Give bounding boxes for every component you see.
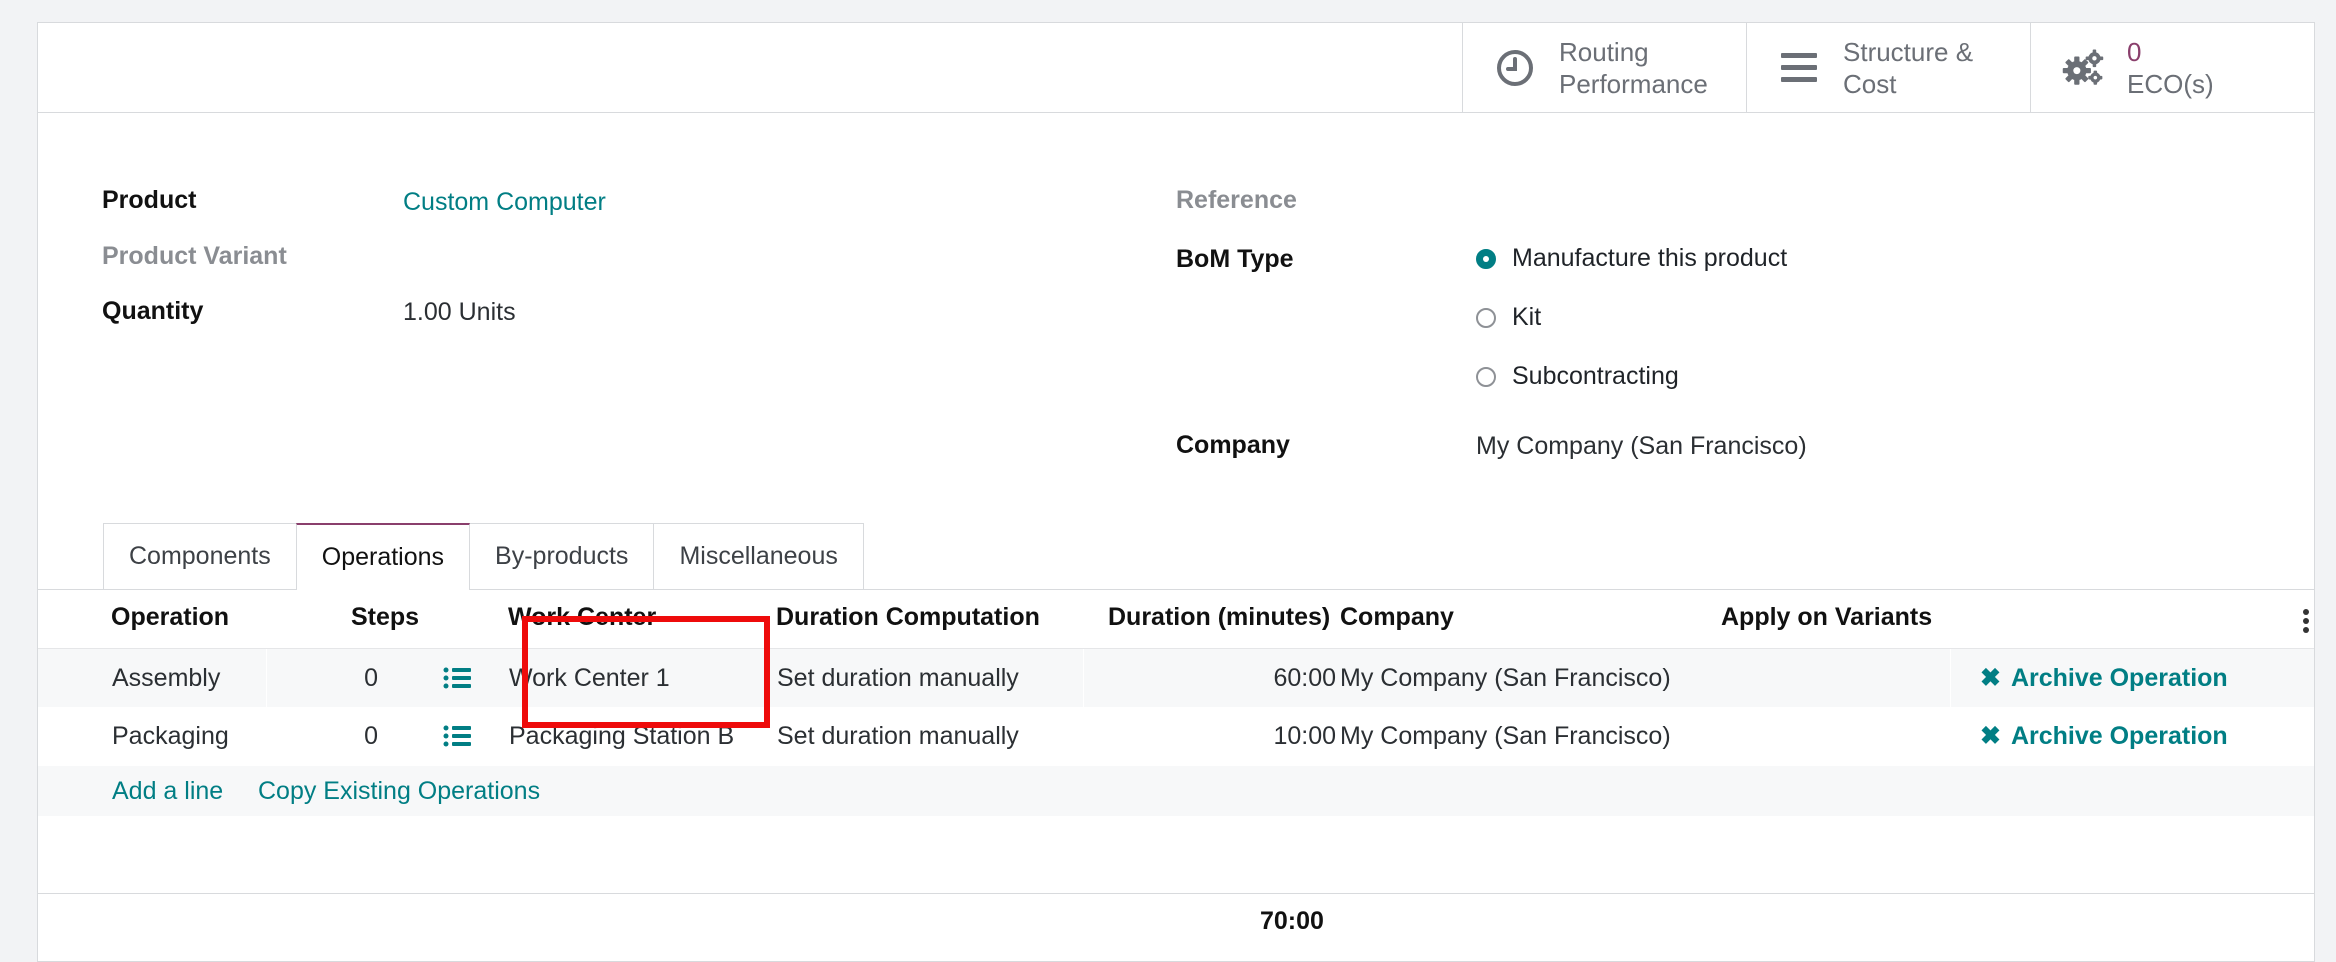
col-duration-computation-header[interactable]: Duration Computation bbox=[776, 603, 1040, 632]
clock-icon bbox=[1493, 46, 1537, 90]
bom-type-option-label: Kit bbox=[1512, 303, 1542, 331]
close-icon: ✖ bbox=[1980, 722, 2001, 750]
optional-columns-icon[interactable] bbox=[2298, 607, 2314, 635]
duration-computation-cell[interactable]: Set duration manually bbox=[777, 707, 1019, 765]
cell-divider bbox=[266, 649, 267, 707]
product-label: Product bbox=[102, 186, 197, 214]
routing-line1: Routing bbox=[1559, 36, 1649, 67]
structure-line2: Cost bbox=[1843, 68, 1897, 99]
steps-cell[interactable]: 0 bbox=[328, 649, 378, 707]
copy-existing-operations-link[interactable]: Copy Existing Operations bbox=[258, 766, 540, 816]
archive-operation-button[interactable]: ✖ Archive Operation bbox=[1980, 649, 2228, 707]
operation-cell[interactable]: Assembly bbox=[112, 649, 220, 707]
table-footer-divider bbox=[38, 893, 2314, 894]
col-company-header[interactable]: Company bbox=[1340, 603, 1454, 632]
structure-line1: Structure & bbox=[1843, 36, 1974, 67]
radio-empty-icon bbox=[1476, 366, 1496, 387]
tab-miscellaneous[interactable]: Miscellaneous bbox=[653, 523, 864, 589]
bom-type-option-label: Manufacture this product bbox=[1512, 244, 1788, 272]
eco-count: 0 bbox=[2127, 36, 2142, 67]
close-icon: ✖ bbox=[1980, 664, 2001, 692]
archive-operation-label: Archive Operation bbox=[2010, 663, 2228, 692]
tab-components[interactable]: Components bbox=[103, 523, 297, 589]
bom-type-option-label: Subcontracting bbox=[1512, 362, 1679, 390]
col-duration-header[interactable]: Duration (minutes) bbox=[1108, 603, 1330, 632]
tab-operations[interactable]: Operations bbox=[295, 523, 471, 590]
list-icon[interactable] bbox=[443, 649, 471, 707]
structure-cost-button[interactable]: Structure & Cost bbox=[1746, 23, 2030, 112]
archive-operation-button[interactable]: ✖ Archive Operation bbox=[1980, 707, 2228, 765]
quantity-label: Quantity bbox=[102, 297, 204, 325]
col-apply-variants-header[interactable]: Apply on Variants bbox=[1721, 603, 1932, 632]
cell-divider bbox=[1950, 649, 1951, 707]
radio-empty-icon bbox=[1476, 307, 1496, 328]
cell-divider bbox=[1083, 649, 1084, 707]
table-row[interactable]: Packaging 0 Packaging Station B Set dura… bbox=[38, 707, 2314, 765]
tab-by-products[interactable]: By-products bbox=[469, 523, 655, 589]
gears-icon bbox=[2061, 46, 2105, 90]
notebook-tabs: Components Operations By-products Miscel… bbox=[103, 523, 864, 590]
company-cell[interactable]: My Company (San Francisco) bbox=[1340, 707, 1671, 765]
add-line-row: Add a line Copy Existing Operations bbox=[38, 766, 2314, 816]
form-sheet: Routing Performance Structure & Cost 0 E… bbox=[37, 22, 2315, 962]
work-center-highlight-box bbox=[522, 616, 770, 728]
bom-type-manufacture-radio[interactable]: Manufacture this product bbox=[1476, 244, 1787, 273]
company-label: Company bbox=[1176, 431, 1290, 459]
bom-type-kit-radio[interactable]: Kit bbox=[1476, 303, 1541, 332]
list-icon[interactable] bbox=[443, 707, 471, 765]
col-steps-header[interactable]: Steps bbox=[351, 603, 419, 632]
eco-button[interactable]: 0 ECO(s) bbox=[2030, 23, 2314, 112]
company-field[interactable]: My Company (San Francisco) bbox=[1476, 432, 1807, 461]
operation-cell[interactable]: Packaging bbox=[112, 707, 229, 765]
radio-selected-icon bbox=[1476, 248, 1496, 269]
company-cell[interactable]: My Company (San Francisco) bbox=[1340, 649, 1671, 707]
bom-type-label: BoM Type bbox=[1176, 245, 1294, 273]
col-operation-header[interactable]: Operation bbox=[111, 603, 229, 632]
quantity-field[interactable]: 1.00 Units bbox=[403, 298, 516, 327]
bars-icon bbox=[1777, 46, 1821, 90]
quantity-value: 1.00 bbox=[403, 298, 452, 326]
duration-cell[interactable]: 10:00 bbox=[1138, 707, 1336, 765]
archive-operation-label: Archive Operation bbox=[2010, 721, 2228, 750]
steps-cell[interactable]: 0 bbox=[328, 707, 378, 765]
product-variant-label: Product Variant bbox=[102, 242, 287, 270]
add-line-link[interactable]: Add a line bbox=[112, 766, 223, 816]
smart-button-box: Routing Performance Structure & Cost 0 E… bbox=[38, 23, 2314, 113]
reference-label: Reference bbox=[1176, 186, 1297, 214]
duration-cell[interactable]: 60:00 bbox=[1138, 649, 1336, 707]
bom-type-subcontracting-radio[interactable]: Subcontracting bbox=[1476, 362, 1679, 391]
eco-label: ECO(s) bbox=[2127, 68, 2214, 99]
routing-performance-button[interactable]: Routing Performance bbox=[1462, 23, 1746, 112]
duration-computation-cell[interactable]: Set duration manually bbox=[777, 649, 1019, 707]
table-row[interactable]: Assembly 0 Work Center 1 Set duration ma… bbox=[38, 648, 2314, 708]
product-field[interactable]: Custom Computer bbox=[403, 188, 606, 217]
total-duration: 70:00 bbox=[1260, 907, 1324, 935]
routing-line2: Performance bbox=[1559, 68, 1708, 99]
quantity-uom: Units bbox=[458, 298, 516, 326]
